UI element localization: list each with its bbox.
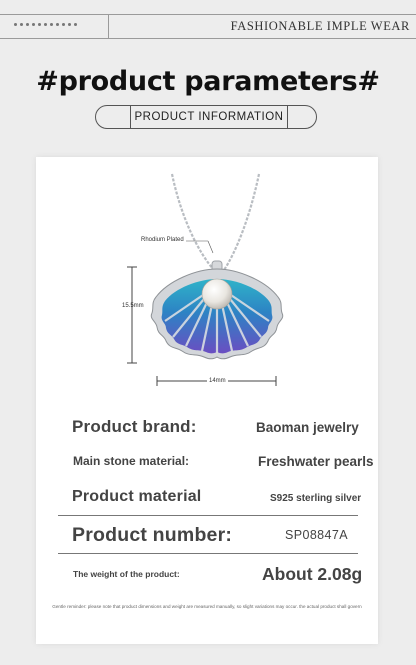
param-material-value: S925 sterling silver	[270, 493, 362, 504]
pendant-image	[127, 173, 284, 386]
param-brand-label: Product brand:	[72, 417, 197, 436]
chain-icon	[170, 173, 261, 271]
footnote: Gentle reminder: please note that produc…	[52, 604, 362, 609]
subtitle-text: PRODUCT INFORMATION	[134, 111, 284, 123]
height-dimension-label: 15.5mm	[122, 303, 144, 309]
param-number-value: SP08847A	[285, 528, 348, 542]
param-weight-label: The weight of the product:	[73, 569, 180, 579]
product-card: Rhodium Plated 15.5mm 14mm Product brand…	[36, 157, 378, 644]
brand-slogan: FASHIONABLE IMPLE WEAR	[230, 19, 410, 33]
param-number-label: Product number:	[72, 524, 233, 546]
param-brand-value: Baoman jewelry	[256, 420, 359, 435]
width-dimension-label: 14mm	[207, 378, 228, 384]
banner-top-rule	[0, 14, 416, 15]
page-title: #product parameters#	[36, 66, 380, 97]
subtitle-pill: PRODUCT INFORMATION	[95, 105, 317, 129]
param-material-label: Product material	[72, 488, 202, 505]
param-weight-value: About 2.08g	[262, 564, 363, 584]
divider-top	[58, 515, 358, 516]
divider-bottom	[58, 553, 358, 554]
dot-row-decoration	[14, 23, 77, 26]
top-banner: FASHIONABLE IMPLE WEAR	[0, 0, 416, 40]
param-stone-value: Freshwater pearls	[258, 454, 374, 469]
banner-bottom-rule	[0, 38, 416, 39]
banner-divider	[108, 14, 109, 39]
plating-label: Rhodium Plated	[141, 237, 184, 243]
param-stone-label: Main stone material:	[73, 454, 190, 468]
pearl-icon	[201, 278, 233, 310]
